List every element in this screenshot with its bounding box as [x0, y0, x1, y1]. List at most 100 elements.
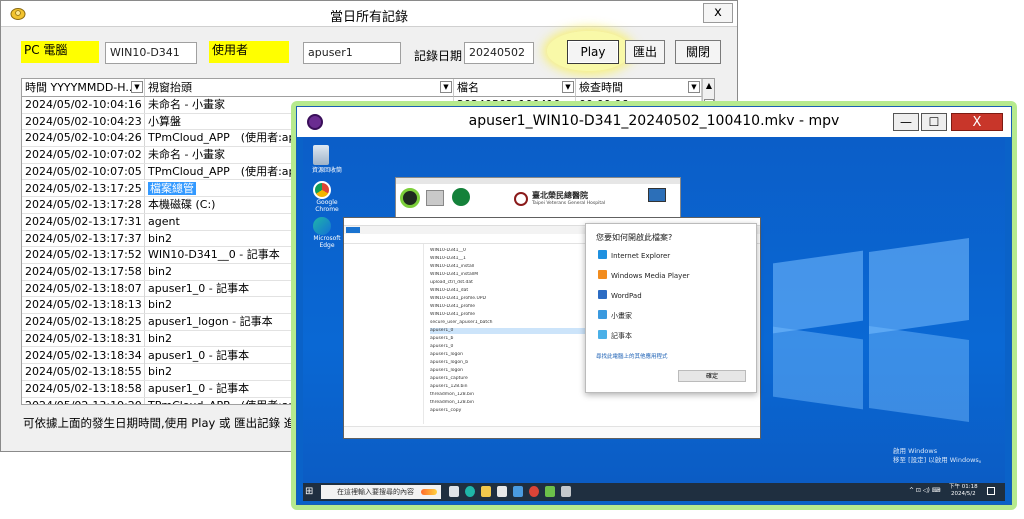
table-cell-time: 2024/05/02-10:04:26: [22, 130, 145, 147]
cell-text: 2024/05/02-13:17:28: [25, 198, 142, 212]
date-field[interactable]: 20240502: [464, 42, 534, 64]
cell-text: 2024/05/02-10:04:26: [25, 131, 142, 145]
explorer-status-bar: [344, 426, 760, 438]
cell-text: 2024/05/02-10:07:02: [25, 148, 142, 162]
open-with-item-label: 小畫家: [611, 312, 632, 320]
column-header-file[interactable]: 檔名 ▼: [454, 79, 576, 97]
mail-taskbar-icon[interactable]: [513, 486, 523, 497]
ie-icon: [598, 250, 607, 259]
table-cell-time: 2024/05/02-13:18:25: [22, 314, 145, 331]
chrome-icon: [313, 181, 331, 199]
table-cell-time: 2024/05/02-13:17:58: [22, 264, 145, 280]
notification-icon[interactable]: [987, 487, 995, 495]
table-cell-time: 2024/05/02-13:18:07: [22, 280, 145, 297]
cell-text: apuser1_logon - 記事本: [148, 315, 273, 329]
video-frame[interactable]: 資源回收筒 Google Chrome Microsoft Edge 臺北榮民總…: [303, 137, 1005, 483]
cell-text: 2024/05/02-13:17:58: [25, 265, 142, 278]
desktop-icon-chrome[interactable]: Google Chrome: [307, 181, 347, 213]
dropdown-arrow-icon[interactable]: ▼: [688, 81, 700, 93]
desktop-icon-edge[interactable]: Microsoft Edge: [307, 217, 347, 249]
cell-text: 2024/05/02-13:17:31: [25, 214, 142, 228]
dropdown-arrow-icon[interactable]: ▼: [131, 81, 143, 93]
inner-app-title: 臺北榮民總醫院: [532, 191, 588, 200]
window-title: 當日所有記錄: [329, 10, 408, 25]
taskbar-time: 下午 01:18: [949, 484, 978, 490]
pc-label: PC 電腦: [21, 41, 99, 63]
footer-note: 可依據上面的發生日期時間,使用 Play 或 匯出記錄 進行: [23, 416, 307, 430]
column-header-title[interactable]: 視窗抬頭 ▼: [145, 79, 454, 97]
desktop-icon-label: 資源回收筒: [311, 167, 342, 174]
scroll-up-icon[interactable]: ▲: [704, 81, 714, 90]
open-with-item-wmp[interactable]: Windows Media Player: [598, 270, 690, 282]
column-header-label: 視窗抬頭: [148, 81, 192, 94]
taskbar-clock[interactable]: 下午 01:18 2024/5/2: [949, 484, 978, 498]
pc-field[interactable]: WIN10-D341: [105, 42, 197, 64]
cell-text: 2024/05/02-13:17:52: [25, 248, 142, 262]
user-label: 使用者: [209, 41, 289, 63]
table-cell-time: 2024/05/02-13:17:25: [22, 180, 145, 197]
search-highlight-icon: [421, 489, 437, 495]
explorer-file-row[interactable]: apuser1_copy: [430, 408, 636, 414]
cell-text: 2024/05/02-13:18:34: [25, 348, 142, 362]
cell-text: apuser1_0 - 記事本: [148, 348, 250, 362]
store-taskbar-icon[interactable]: [497, 486, 507, 497]
inner-app-titlebar: [396, 178, 680, 184]
dropdown-arrow-icon[interactable]: ▼: [562, 81, 574, 93]
edge-taskbar-icon[interactable]: [465, 486, 475, 497]
monitor-icon: [648, 188, 666, 202]
cell-text: 2024/05/02-10:04:23: [25, 114, 142, 128]
task-view-icon[interactable]: [449, 486, 459, 497]
cell-text: apuser1_0 - 記事本: [148, 281, 250, 295]
mpv-close-button[interactable]: X: [951, 113, 1003, 131]
desktop-icon-recycle-bin[interactable]: 資源回收筒: [307, 145, 347, 174]
column-header-time[interactable]: 時間 YYYYMMDD-H... ▼: [22, 79, 145, 97]
column-header-check[interactable]: 檢查時間 ▼: [576, 79, 702, 97]
table-cell-time: 2024/05/02-13:17:28: [22, 197, 145, 214]
app-taskbar-icon[interactable]: [545, 486, 555, 497]
minimize-button[interactable]: —: [893, 113, 919, 131]
cell-text: 檔案總管: [148, 181, 196, 195]
close-button[interactable]: 關閉: [675, 40, 721, 64]
cell-text: 2024/05/02-13:18:55: [25, 365, 142, 379]
table-cell-time: 2024/05/02-13:18:58: [22, 380, 145, 397]
edge-icon: [313, 217, 331, 235]
table-cell-time: 2024/05/02-13:17:52: [22, 247, 145, 264]
cell-text: 2024/05/02-13:18:58: [25, 381, 142, 395]
explorer-file-row[interactable]: threadmon_128.bin: [430, 400, 636, 406]
open-with-item-wordpad[interactable]: WordPad: [598, 290, 642, 302]
watermark-text: 移至 [設定] 以啟用 Windows。: [893, 456, 986, 464]
file-explorer-taskbar-icon[interactable]: [481, 486, 491, 497]
user-field[interactable]: apuser1: [303, 42, 401, 64]
play-button[interactable]: Play: [567, 40, 619, 64]
column-header-label: 檔名: [457, 81, 479, 94]
table-cell-time: 2024/05/02-10:04:23: [22, 113, 145, 130]
open-with-more-link[interactable]: 尋找此電腦上的其他應用程式: [596, 352, 668, 360]
chrome-taskbar-icon[interactable]: [529, 486, 539, 497]
table-cell-time: 2024/05/02-13:18:55: [22, 364, 145, 381]
export-button[interactable]: 匯出: [625, 40, 665, 64]
title-bar: 當日所有記錄 x: [1, 1, 737, 27]
table-cell-time: 2024/05/02-13:19:20: [22, 397, 145, 404]
exit-icon: [452, 188, 470, 206]
start-icon[interactable]: ⊞: [305, 485, 317, 498]
date-label: 記錄日期: [414, 49, 463, 63]
desktop-icon-label: Google Chrome: [315, 199, 339, 213]
open-with-ok-button[interactable]: 確定: [678, 370, 746, 382]
tray-icons[interactable]: ^ ⊡ ◁) ⌨: [909, 487, 940, 494]
window-close-button[interactable]: x: [703, 3, 733, 23]
open-with-title: 您要如何開啟此檔案?: [596, 233, 673, 242]
wordpad-icon: [598, 290, 607, 299]
cell-text: 小算盤: [148, 114, 181, 128]
app-taskbar-icon[interactable]: [561, 486, 571, 497]
hospital-logo-icon: [514, 192, 528, 206]
mpv-title-bar: apuser1_WIN10-D341_20240502_100410.mkv -…: [297, 107, 1011, 137]
cell-text: WIN10-D341__0 - 記事本: [148, 248, 280, 262]
dropdown-arrow-icon[interactable]: ▼: [440, 81, 452, 93]
maximize-button[interactable]: ☐: [921, 113, 947, 131]
open-with-item-notepad[interactable]: 記事本: [598, 330, 632, 342]
open-with-item-paint[interactable]: 小畫家: [598, 310, 632, 322]
mpv-window: apuser1_WIN10-D341_20240502_100410.mkv -…: [296, 106, 1012, 505]
cell-text: 2024/05/02-13:18:07: [25, 281, 142, 295]
cell-text: 未命名 - 小畫家: [148, 148, 225, 162]
open-with-item-ie[interactable]: Internet Explorer: [598, 250, 670, 262]
